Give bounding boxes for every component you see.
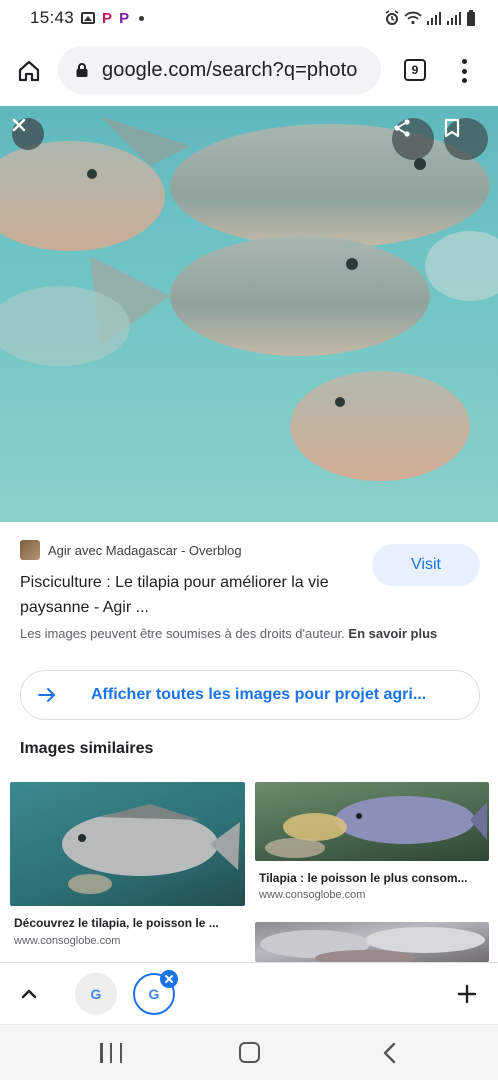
similar-domain-1: www.consoglobe.com bbox=[14, 935, 121, 947]
learn-more-link[interactable]: En savoir plus bbox=[348, 626, 437, 641]
share-button[interactable] bbox=[392, 118, 434, 160]
status-time: 15:43 bbox=[30, 8, 75, 27]
plus-icon[interactable] bbox=[456, 983, 478, 1005]
bookmark-button[interactable] bbox=[444, 118, 488, 160]
nav-home-icon[interactable] bbox=[239, 1042, 260, 1063]
similar-image-3[interactable] bbox=[255, 922, 489, 962]
status-icons bbox=[384, 10, 476, 26]
address-bar[interactable]: google.com/search?q=photo bbox=[58, 46, 381, 94]
home-icon bbox=[18, 60, 40, 82]
similar-image-2[interactable] bbox=[255, 782, 489, 861]
url-text: google.com/search?q=photo bbox=[102, 58, 358, 81]
menu-dots-icon[interactable] bbox=[452, 56, 476, 86]
gallery-notification-icon bbox=[81, 12, 96, 24]
tab-strip: G G bbox=[0, 962, 498, 1024]
back-icon[interactable] bbox=[380, 1041, 400, 1065]
similar-title-2[interactable]: Tilapia : le poisson le plus consom... bbox=[259, 871, 468, 885]
tab-switcher-button[interactable]: 9 bbox=[404, 59, 426, 81]
bookmark-icon bbox=[444, 118, 460, 138]
google-g-icon-2: G bbox=[148, 986, 160, 1002]
source-favicon-icon bbox=[20, 540, 40, 560]
result-title[interactable]: Pisciculture : Le tilapia pour améliorer… bbox=[20, 570, 360, 620]
preview-image[interactable] bbox=[0, 106, 498, 522]
similar-images-heading: Images similaires bbox=[20, 740, 154, 757]
battery-icon bbox=[467, 10, 475, 26]
app-notification-icon-2: P bbox=[119, 9, 130, 27]
view-all-images-button[interactable]: Afficher toutes les images pour projet a… bbox=[20, 670, 480, 720]
similar-domain-2: www.consoglobe.com bbox=[259, 889, 366, 901]
status-bar: 15:43 P P bbox=[0, 0, 498, 36]
arrow-right-icon bbox=[38, 688, 55, 702]
lock-icon bbox=[76, 63, 88, 77]
similar-image-1[interactable] bbox=[10, 782, 245, 906]
home-button[interactable] bbox=[2, 44, 56, 98]
share-icon bbox=[394, 119, 410, 137]
more-notifications-icon bbox=[139, 15, 145, 21]
copyright-notice: Les images peuvent être soumises à des d… bbox=[20, 626, 437, 641]
fish-thumbnail-3 bbox=[260, 927, 485, 962]
signal-icon bbox=[427, 12, 441, 25]
source-row[interactable]: Agir avec Madagascar - Overblog bbox=[20, 540, 242, 560]
copyright-text: Les images peuvent être soumises à des d… bbox=[20, 626, 345, 641]
tab-google-1[interactable]: G bbox=[75, 973, 117, 1015]
view-all-images-label: Afficher toutes les images pour projet a… bbox=[91, 686, 427, 703]
signal-icon-2 bbox=[447, 12, 461, 25]
alarm-icon bbox=[385, 10, 399, 25]
visit-button[interactable]: Visit bbox=[372, 544, 480, 586]
system-nav-bar bbox=[0, 1024, 498, 1080]
fish-photo bbox=[0, 116, 498, 481]
close-preview-button[interactable] bbox=[12, 118, 44, 150]
app-notification-icon: P bbox=[102, 9, 113, 27]
recents-icon[interactable] bbox=[100, 1043, 122, 1063]
google-g-icon: G bbox=[90, 986, 102, 1002]
close-icon bbox=[165, 975, 173, 983]
close-tab-button[interactable] bbox=[160, 970, 178, 988]
similar-title-1[interactable]: Découvrez le tilapia, le poisson le ... bbox=[14, 916, 219, 930]
tilapia-thumbnail-2 bbox=[265, 796, 487, 858]
browser-toolbar: google.com/search?q=photo 9 bbox=[0, 44, 498, 98]
chevron-up-icon[interactable] bbox=[18, 983, 40, 1005]
source-name: Agir avec Madagascar - Overblog bbox=[48, 542, 242, 558]
tilapia-thumbnail-1 bbox=[62, 804, 240, 894]
wifi-icon bbox=[404, 11, 422, 25]
close-icon bbox=[12, 118, 26, 132]
